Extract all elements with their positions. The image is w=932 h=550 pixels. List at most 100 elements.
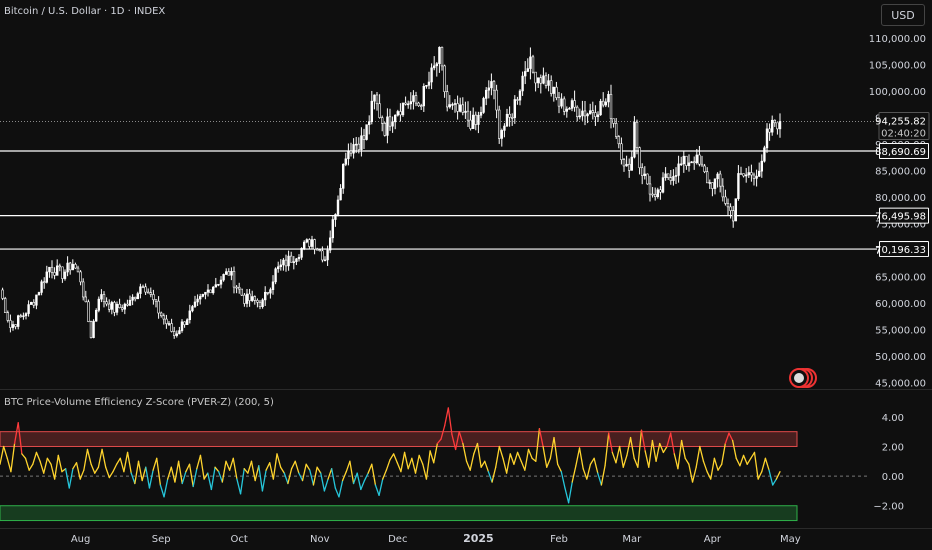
zscore-segment [571, 465, 577, 483]
indicator-y-tick: 0.00 [882, 472, 904, 483]
candle-body [464, 110, 467, 113]
candle-body [672, 176, 675, 181]
chart-canvas[interactable]: 110,000.00105,000.00100,000.0095,000.009… [0, 0, 932, 550]
zscore-segment [298, 472, 304, 482]
tv-logo-icon[interactable] [788, 367, 818, 389]
x-tick-label: May [780, 534, 801, 545]
candle-body [167, 323, 171, 325]
zscore-segment [400, 451, 406, 473]
zscore-segment [250, 460, 256, 482]
candle-body [726, 203, 730, 208]
x-tick-label: Mar [622, 534, 642, 545]
candle-body [269, 289, 272, 294]
candle-body [542, 75, 545, 84]
candle-body [341, 164, 345, 189]
zscore-segment [261, 469, 267, 492]
zscore-segment [589, 457, 595, 465]
zscore-segment [513, 451, 519, 465]
zscore-segment [39, 460, 45, 474]
candle-body [612, 118, 615, 124]
candle-body [495, 89, 498, 111]
candle-body [1, 289, 4, 299]
zscore-segment [28, 463, 34, 471]
candle-body [536, 77, 540, 84]
y-tick-label: 65,000.00 [875, 273, 926, 284]
candle-body [451, 104, 454, 106]
candle-body [391, 121, 394, 127]
level-label: 70,196.33 [875, 245, 926, 256]
candle-body [378, 103, 381, 118]
y-tick-label: 105,000.00 [869, 60, 926, 71]
zscore-segment [367, 463, 373, 474]
candle-body [19, 315, 22, 317]
candle-body [614, 123, 618, 137]
zscore-segment [597, 472, 603, 486]
candle-body [58, 265, 62, 268]
candle-body [375, 94, 379, 105]
x-tick-label: Sep [152, 534, 171, 545]
zscore-segment [578, 447, 584, 470]
zscore-segment [345, 460, 351, 473]
candle-body [141, 286, 145, 289]
candle-body [643, 173, 647, 176]
candle-body [9, 320, 12, 328]
candle-body [180, 321, 184, 331]
candle-body [586, 113, 589, 117]
candle-body [482, 98, 485, 113]
candle-body [253, 296, 256, 301]
zscore-segment [644, 450, 650, 468]
zscore-segment [374, 484, 380, 497]
candle-body [310, 239, 314, 247]
candle-body [690, 161, 693, 164]
zscore-segment [294, 460, 300, 474]
candle-body [500, 130, 503, 139]
zscore-segment [192, 468, 198, 488]
candle-body [108, 303, 111, 310]
candle-body [165, 318, 168, 324]
candle-body [123, 303, 127, 310]
candle-body [118, 303, 121, 309]
candle-body [669, 177, 673, 181]
zscore-segment [130, 472, 136, 485]
zscore-segment [228, 457, 234, 471]
zscore-segment [582, 468, 588, 480]
candle-body [352, 144, 355, 154]
candle-body [560, 98, 563, 107]
zscore-segment [356, 472, 362, 491]
zscore-segment [611, 451, 617, 464]
countdown-label: 02:40:20 [881, 128, 926, 139]
candle-body [588, 110, 592, 115]
candle-body [87, 301, 90, 322]
y-tick-label: 85,000.00 [875, 167, 926, 178]
zscore-segment [254, 465, 260, 482]
x-tick-label: Apr [704, 534, 722, 545]
candle-body [380, 117, 384, 124]
candle-body [443, 65, 446, 92]
zscore-segment [673, 453, 679, 470]
zscore-segment [167, 466, 172, 480]
zscore-segment [21, 453, 27, 459]
candle-body [131, 296, 134, 301]
candle-body [248, 293, 251, 301]
candle-body [102, 294, 106, 302]
zscore-segment [283, 472, 289, 485]
level-label: 76,495.98 [875, 212, 926, 223]
candle-body [760, 160, 764, 172]
candle-body [84, 296, 88, 303]
candle-body [406, 103, 410, 106]
candle-body [445, 91, 449, 108]
candle-body [37, 292, 41, 296]
zscore-segment [717, 463, 723, 471]
candle-body [55, 265, 59, 276]
zscore-segment [280, 466, 285, 474]
candle-body [45, 271, 49, 283]
candle-body [217, 283, 220, 286]
zscore-segment [75, 462, 81, 480]
candle-body [334, 214, 337, 220]
candle-body [92, 320, 95, 338]
candles [1, 46, 782, 339]
candle-body [698, 154, 701, 165]
zscore-segment [615, 445, 621, 464]
x-tick-label: Oct [231, 534, 248, 545]
candle-body [113, 302, 116, 313]
